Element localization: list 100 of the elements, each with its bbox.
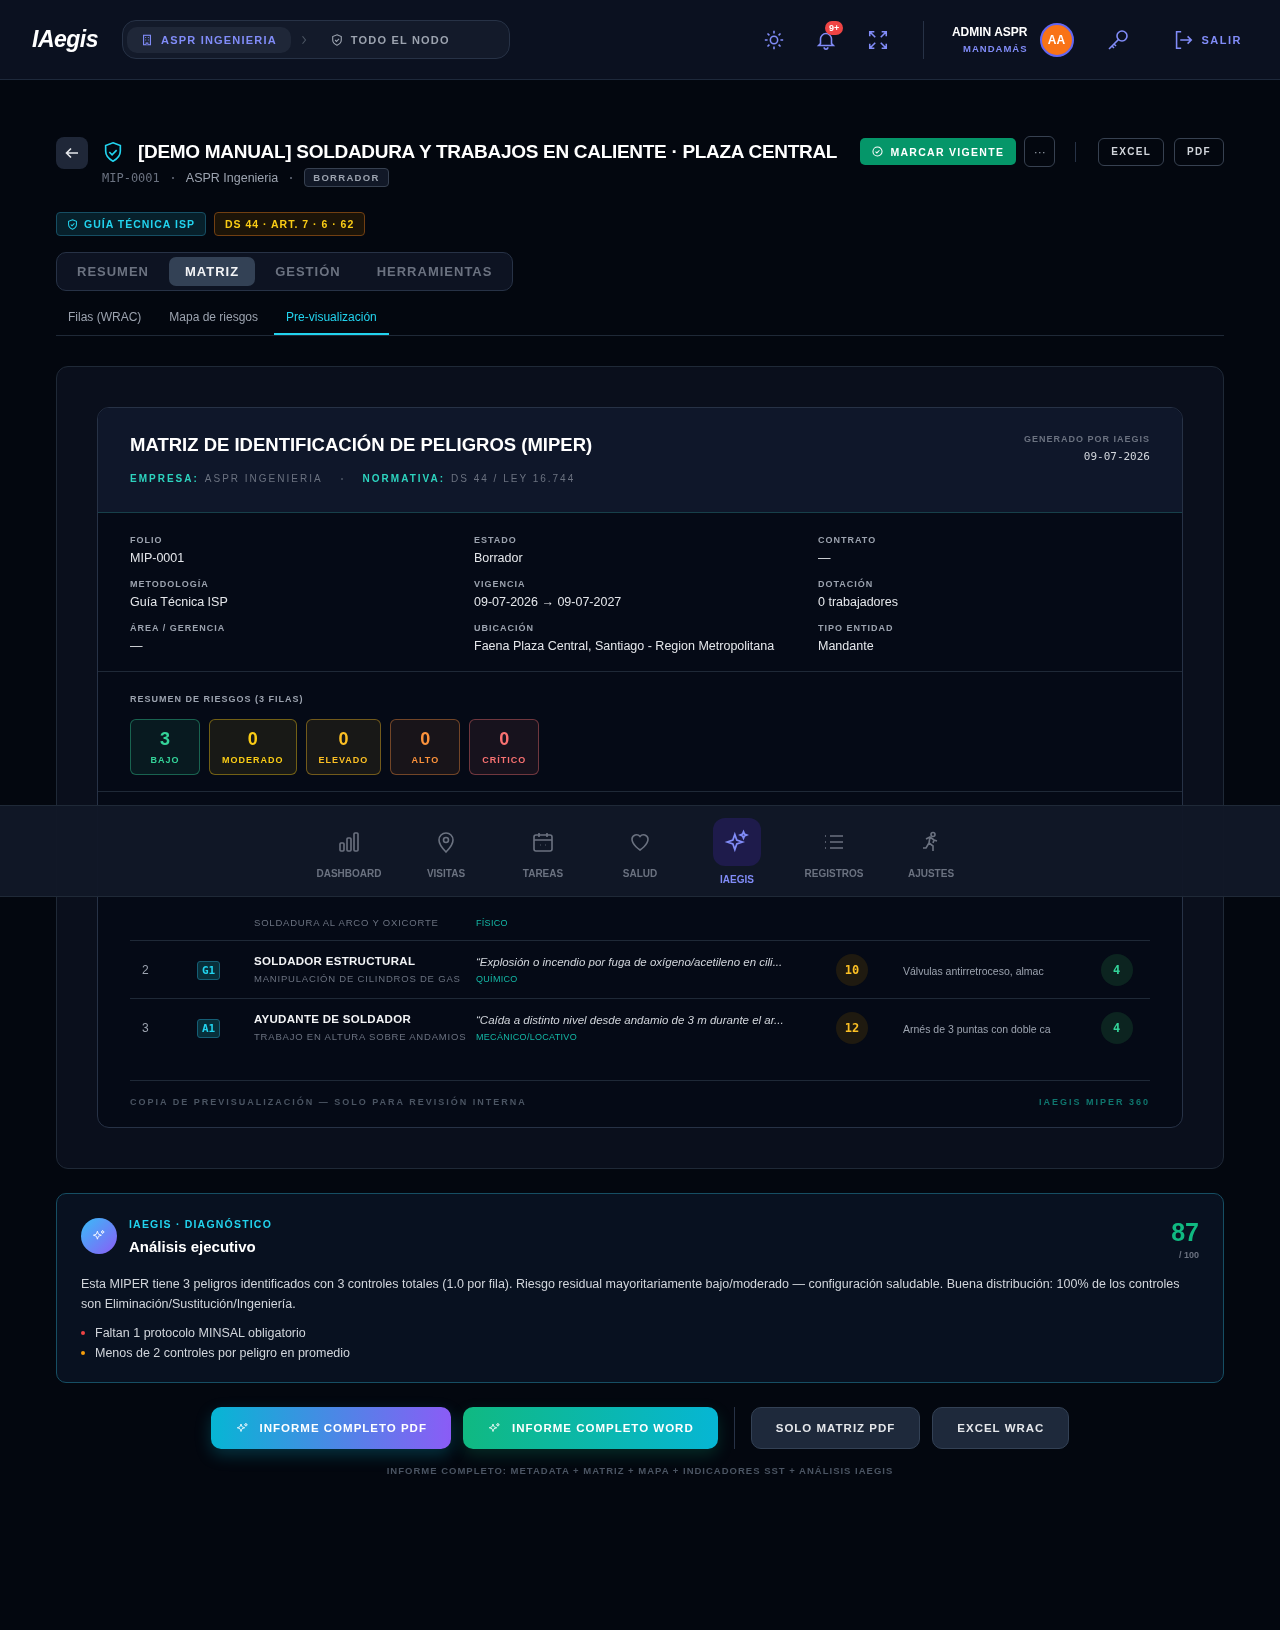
finding-text: Menos de 2 controles por peligro en promedio bbox=[95, 1346, 350, 1360]
fullscreen-icon[interactable] bbox=[866, 28, 889, 51]
residual-risk-score: 4 bbox=[1100, 1011, 1133, 1044]
footer-note: COPIA DE PREVISUALIZACIÓN — SOLO PARA REVISIÓN INTERNA bbox=[130, 1097, 527, 1107]
generated-label: GENERADO POR IAEGIS bbox=[1024, 434, 1150, 444]
nav-item[interactable]: AJUSTES bbox=[886, 818, 976, 896]
subtab[interactable]: Filas (WRAC) bbox=[56, 303, 154, 335]
field-label: FOLIO bbox=[130, 535, 164, 545]
check-circle-icon bbox=[872, 146, 884, 157]
field-value: Faena Plaza Central, Santiago - Region Metropolitana bbox=[474, 639, 776, 653]
shield-check-icon bbox=[330, 33, 343, 46]
tag: DS 44 · ART. 7 · 6 · 62 bbox=[213, 212, 366, 236]
category-text: MECÁNICO/LOCATIVO bbox=[476, 1031, 578, 1042]
meta-value: ASPR INGENIERIA bbox=[204, 473, 323, 484]
residual-risk-score: 4 bbox=[1100, 953, 1133, 986]
field-label: TIPO ENTIDAD bbox=[818, 623, 895, 633]
meta-label: NORMATIVA: bbox=[362, 473, 445, 484]
nav-item[interactable]: TAREAS bbox=[498, 818, 588, 896]
user-avatar[interactable]: AA bbox=[1039, 22, 1074, 57]
report-button[interactable]: SOLO MATRIZ PDF bbox=[750, 1407, 921, 1449]
chevron-icon bbox=[300, 34, 307, 45]
field-label: ESTADO bbox=[474, 535, 518, 545]
risk-count-card: 0 ALTO bbox=[390, 719, 461, 775]
initial-risk-score: 12 bbox=[836, 1011, 868, 1044]
status-badge: BORRADOR bbox=[304, 168, 389, 187]
nav-item[interactable]: SALUD bbox=[595, 818, 685, 896]
field-label: ÁREA / GERENCIA bbox=[130, 623, 227, 633]
field-value: 09-07-2026 → 09-07-2027 bbox=[474, 595, 623, 609]
tab[interactable]: MATRIZ bbox=[169, 257, 256, 286]
nav-item[interactable]: VISITAS bbox=[401, 818, 491, 896]
bar-chart-icon bbox=[337, 830, 361, 854]
risk-count-card: 0 MODERADO bbox=[209, 719, 297, 775]
logout-button[interactable]: SALIR bbox=[1171, 28, 1242, 51]
sun-icon[interactable] bbox=[762, 28, 785, 51]
field-value: 0 trabajadores bbox=[818, 595, 899, 609]
export-button[interactable]: PDF bbox=[1174, 137, 1224, 166]
summary-heading: RESUMEN DE RIESGOS (3 FILAS) bbox=[130, 694, 304, 704]
tab[interactable]: GESTIÓN bbox=[259, 257, 357, 286]
analysis-title: Análisis ejecutivo bbox=[129, 1238, 257, 1255]
nav-item[interactable]: REGISTROS bbox=[789, 818, 879, 896]
calendar-icon bbox=[531, 830, 555, 854]
building-icon bbox=[141, 33, 154, 46]
document-code: MIP-0001 bbox=[102, 170, 160, 185]
user-role: MANDAMÁS bbox=[963, 43, 1028, 54]
breadcrumb-item[interactable]: TODO EL NODO bbox=[316, 26, 464, 53]
field-label: UBICACIÓN bbox=[474, 623, 535, 633]
category-text: QUÍMICO bbox=[476, 973, 519, 984]
field-value: — bbox=[130, 639, 144, 653]
category-text: FÍSICO bbox=[476, 918, 509, 928]
notification-badge: 9+ bbox=[824, 20, 844, 35]
code-badge: G1 bbox=[197, 960, 221, 980]
field-value: MIP-0001 bbox=[130, 551, 186, 565]
company-name: ASPR Ingenieria bbox=[185, 170, 279, 185]
breadcrumb-item[interactable]: ASPR INGENIERIA bbox=[127, 26, 291, 53]
report-button[interactable]: EXCEL WRAC bbox=[932, 1407, 1070, 1449]
role-text: AYUDANTE DE SOLDADOR bbox=[254, 1013, 412, 1025]
nav-item[interactable]: IAEGIS bbox=[692, 818, 782, 896]
footer-brand: IAEGIS MIPER 360 bbox=[1038, 1097, 1150, 1107]
field-label: VIGENCIA bbox=[474, 579, 527, 589]
risk-count-card: 0 ELEVADO bbox=[305, 719, 382, 775]
field-value: — bbox=[818, 551, 832, 565]
task-text: TRABAJO EN ALTURA SOBRE ANDAMIOS bbox=[254, 1031, 468, 1042]
mark-valid-button[interactable]: MARCAR VIGENTE bbox=[860, 138, 1017, 165]
hazard-text: “Explosión o incendio por fuga de oxígeno/acetileno en cili... bbox=[476, 955, 784, 968]
subtab[interactable]: Pre-visualización bbox=[274, 303, 389, 335]
actions-note: INFORME COMPLETO: METADATA + MATRIZ + MAPA + INDICADORES SST + ANÁLISIS IAEGIS bbox=[385, 1465, 895, 1476]
export-button[interactable]: EXCEL bbox=[1098, 137, 1165, 166]
field-value: Guía Técnica ISP bbox=[130, 595, 229, 609]
field-value: Borrador bbox=[474, 551, 524, 565]
field-label: CONTRATO bbox=[818, 535, 878, 545]
nav-item[interactable]: DASHBOARD bbox=[304, 818, 394, 896]
meta-value: DS 44 / LEY 16.744 bbox=[451, 473, 576, 484]
risk-count-card: 0 CRÍTICO bbox=[469, 719, 540, 775]
row-number: 2 bbox=[141, 962, 150, 977]
task-text: SOLDADURA AL ARCO Y OXICORTE bbox=[254, 917, 440, 928]
preview-title: MATRIZ DE IDENTIFICACIÓN DE PELIGROS (MIPER) bbox=[130, 434, 593, 456]
more-button[interactable]: ··· bbox=[1024, 136, 1056, 167]
finding-text: Faltan 1 protocolo MINSAL obligatorio bbox=[95, 1326, 306, 1340]
generated-date: 09-07-2026 bbox=[1083, 450, 1150, 463]
field-value: Mandante bbox=[818, 639, 875, 653]
report-button[interactable]: INFORME COMPLETO PDF bbox=[210, 1407, 451, 1449]
tab[interactable]: RESUMEN bbox=[61, 257, 165, 286]
user-name: ADMIN ASPR bbox=[951, 25, 1028, 39]
document-title: [DEMO MANUAL] SOLDADURA Y TRABAJOS EN CALIENTE · PLAZA CENTRAL bbox=[138, 141, 838, 163]
task-text: MANIPULACIÓN DE CILINDROS DE GAS bbox=[254, 973, 462, 984]
field-label: METODOLOGÍA bbox=[130, 579, 210, 589]
analysis-text: Esta MIPER tiene 3 peligros identificados con 3 controles totales (1.0 por fila). Riesgo residual mayoritariamente bajo/moderado — configuración saludable. Buena distribución: 100% de los controles son Eliminación/Sustitución/Ingeniería. bbox=[81, 1276, 1181, 1313]
risk-count-card: 3 BAJO bbox=[130, 719, 200, 775]
app-logo[interactable]: IAegis bbox=[32, 26, 99, 53]
control-text: Arnés de 3 puntas con doble ca bbox=[902, 1022, 1051, 1035]
code-badge: A1 bbox=[197, 1018, 221, 1038]
tag: GUÍA TÉCNICA ISP bbox=[56, 212, 206, 236]
shield-check-icon bbox=[102, 141, 124, 163]
row-number: 3 bbox=[141, 1020, 150, 1035]
back-button[interactable] bbox=[56, 137, 88, 169]
tab[interactable]: HERRAMIENTAS bbox=[360, 257, 509, 286]
subtab[interactable]: Mapa de riesgos bbox=[157, 303, 271, 335]
health-score: 87 bbox=[1171, 1218, 1199, 1247]
shield-check-icon bbox=[67, 218, 78, 230]
analysis-eyebrow: IAEGIS · DIAGNÓSTICO bbox=[129, 1218, 272, 1230]
